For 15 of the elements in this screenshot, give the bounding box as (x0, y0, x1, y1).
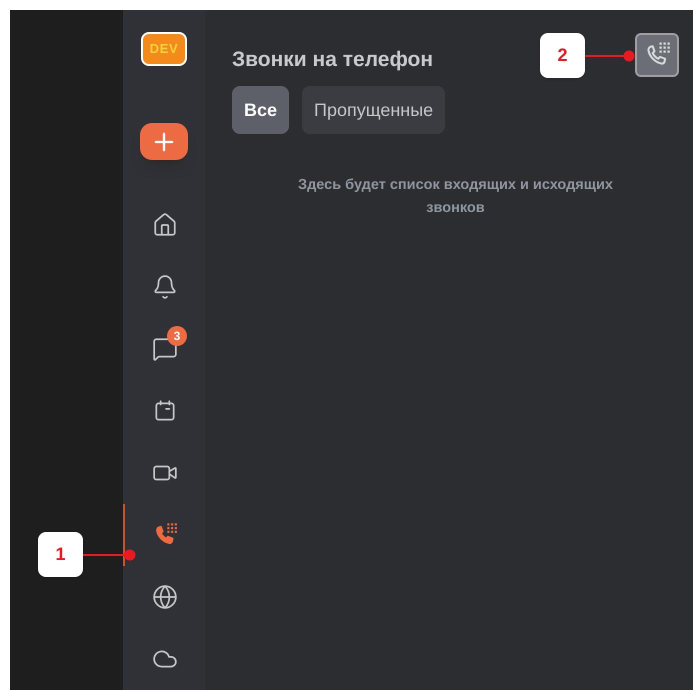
home-icon (152, 212, 178, 238)
unread-badge: 3 (167, 326, 187, 346)
bell-icon (152, 274, 178, 300)
page-title: Звонки на телефон (232, 47, 434, 73)
globe-icon (152, 584, 178, 610)
callout-label: 1 (38, 532, 83, 577)
logo: DEV (141, 32, 187, 66)
dialpad-button[interactable] (635, 33, 679, 77)
callout-label: 2 (540, 33, 585, 78)
leader-line (585, 50, 635, 62)
filter-tab[interactable]: Пропущенные (302, 86, 446, 134)
filter-tab[interactable]: Все (232, 86, 290, 134)
leader-line (83, 548, 136, 560)
empty-state-message: Здесь будет список входящих и исходящих звонков (297, 176, 614, 218)
add-button[interactable] (140, 123, 188, 160)
